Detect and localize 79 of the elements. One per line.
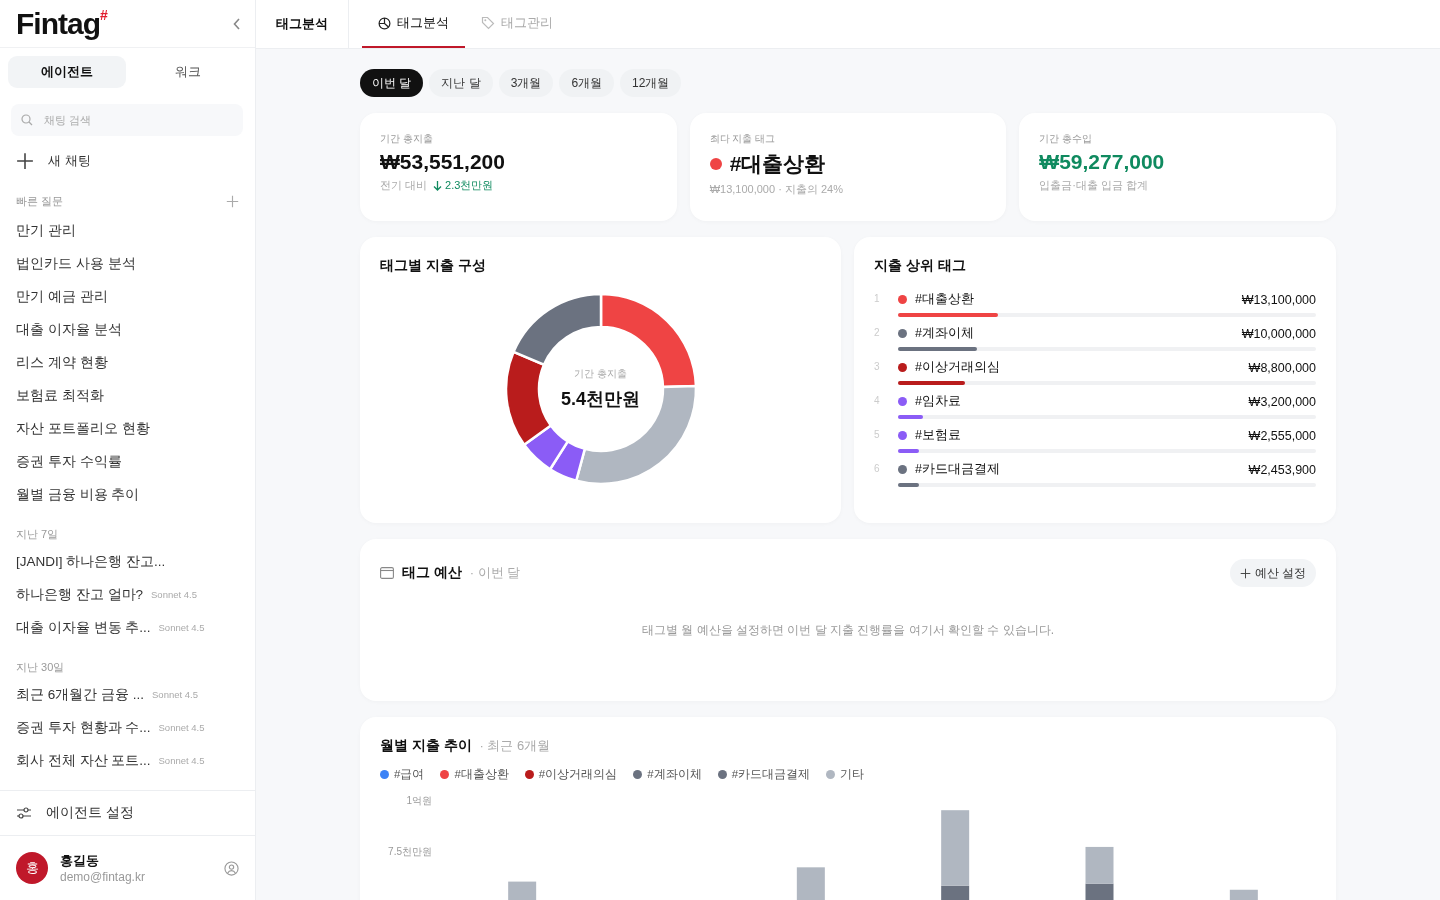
period-chip[interactable]: 12개월 <box>620 69 682 97</box>
card-title: 지출 상위 태그 <box>874 257 967 275</box>
quick-question[interactable]: 리스 계약 현황 <box>0 346 255 379</box>
new-chat-button[interactable]: 새 채팅 <box>16 146 255 176</box>
quick-question[interactable]: 자산 포트폴리오 현황 <box>0 412 255 445</box>
stat-note: ₩13,100,000 · 지출의 24% <box>709 182 843 197</box>
card-subtitle: · 최근 6개월 <box>479 737 551 755</box>
user-email: demo@fintag.kr <box>60 870 146 884</box>
tag-amount: ₩13,100,000 <box>1241 292 1316 307</box>
card-title: 월별 지출 추이 <box>380 737 472 755</box>
legend-label: #대출상환 <box>454 767 509 782</box>
model-label: Sonnet 4.5 <box>158 722 205 733</box>
section-title: 지난 7일 <box>16 526 59 542</box>
section-title: 빠른 질문 <box>16 193 64 209</box>
quick-question[interactable]: 보험료 최적화 <box>0 379 255 412</box>
period-chip[interactable]: 6개월 <box>559 69 615 97</box>
stat-note: 전기 대비 <box>380 178 428 193</box>
card-subtitle: · 이번 달 <box>469 564 521 582</box>
period-chip[interactable]: 지난 달 <box>429 69 493 97</box>
chat-title[interactable]: 회사 전체 자산 포트... <box>16 751 151 770</box>
stat-value: #대출상환 <box>729 151 826 177</box>
quick-question[interactable]: 대출 이자율 분석 <box>0 313 255 346</box>
period-chip[interactable]: 3개월 <box>498 69 554 97</box>
stat-value: ₩59,277,000 <box>1039 150 1165 174</box>
quick-question[interactable]: 증권 투자 수익률 <box>0 445 255 478</box>
stat-value: ₩53,551,200 <box>380 150 505 174</box>
card-title: 태그 예산 <box>402 564 462 582</box>
quick-question[interactable]: 만기 예금 관리 <box>0 280 255 313</box>
tab[interactable]: 태그분석 <box>362 0 465 48</box>
legend-label: #계좌이체 <box>647 767 702 782</box>
tag-name: #카드대금결제 <box>915 461 1001 478</box>
model-label: Sonnet 4.5 <box>151 589 197 600</box>
model-label: Sonnet 4.5 <box>158 755 205 766</box>
user-avatar[interactable]: 홍 <box>16 852 48 884</box>
sidebar-tab[interactable]: 워크 <box>129 56 247 88</box>
tag-amount: ₩10,000,000 <box>1241 326 1316 341</box>
y-axis-label: 1억원 <box>406 795 432 806</box>
chat-title[interactable]: 최근 6개월간 금융 ... <box>16 685 144 704</box>
model-label: Sonnet 4.5 <box>152 689 198 700</box>
empty-message: 태그별 월 예산을 설정하면 이번 달 지출 진행률을 여기서 확인할 수 있습니다. <box>642 621 1054 639</box>
legend-label: 기타 <box>840 767 865 782</box>
page-title: 태그분석 <box>256 0 349 48</box>
settings-item[interactable]: 에이전트 설정 <box>0 790 255 835</box>
tag-name: #대출상환 <box>915 291 975 308</box>
legend-label: #카드대금결제 <box>731 767 811 782</box>
budget-button[interactable]: 예산 설정 <box>1229 559 1316 587</box>
donut-value: 5.4천만원 <box>561 387 640 411</box>
chat-title[interactable]: 대출 이자율 변동 추... <box>16 618 151 637</box>
stat-label: 기간 총지출 <box>380 133 434 146</box>
donut-label: 기간 총지출 <box>574 367 627 381</box>
chat-title[interactable]: [JANDI] 하나은행 잔고... <box>16 552 166 571</box>
tag-amount: ₩3,200,000 <box>1248 394 1316 409</box>
chat-title[interactable]: 증권 투자 현황과 수... <box>16 718 151 737</box>
search-field[interactable]: 채팅 검색 <box>11 104 243 136</box>
legend-label: #급여 <box>394 767 425 782</box>
stat-note: 입출금·대출 입금 합계 <box>1039 178 1149 193</box>
tag-name: #보험료 <box>915 427 962 444</box>
delta-value: 2.3천만원 <box>445 178 494 193</box>
tag-amount: ₩2,555,000 <box>1248 428 1316 443</box>
sidebar-tab[interactable]: 에이전트 <box>8 56 126 88</box>
period-chip[interactable]: 이번 달 <box>360 69 424 97</box>
section-title: 지난 30일 <box>16 659 65 675</box>
tag-name: #임차료 <box>915 393 962 410</box>
logo: Fintag# <box>16 6 107 41</box>
tag-name: #이상거래의심 <box>915 359 1001 376</box>
tag-amount: ₩2,453,900 <box>1248 462 1316 477</box>
user-name: 홍길동 <box>60 852 100 870</box>
stat-label: 기간 총수입 <box>1039 133 1093 146</box>
model-label: Sonnet 4.5 <box>158 622 205 633</box>
y-axis-label: 7.5천만원 <box>388 846 432 857</box>
stat-label: 최다 지출 태그 <box>709 133 776 146</box>
tag-amount: ₩8,800,000 <box>1248 360 1316 375</box>
chat-title[interactable]: 하나은행 잔고 얼마? <box>16 585 143 604</box>
quick-question[interactable]: 법인카드 사용 분석 <box>0 247 255 280</box>
quick-question[interactable]: 월별 금융 비용 추이 <box>0 478 255 511</box>
legend-label: #이상거래의심 <box>538 767 618 782</box>
quick-question[interactable]: 만기 관리 <box>0 214 255 247</box>
card-title: 태그별 지출 구성 <box>380 257 487 275</box>
tag-name: #계좌이체 <box>915 325 975 342</box>
